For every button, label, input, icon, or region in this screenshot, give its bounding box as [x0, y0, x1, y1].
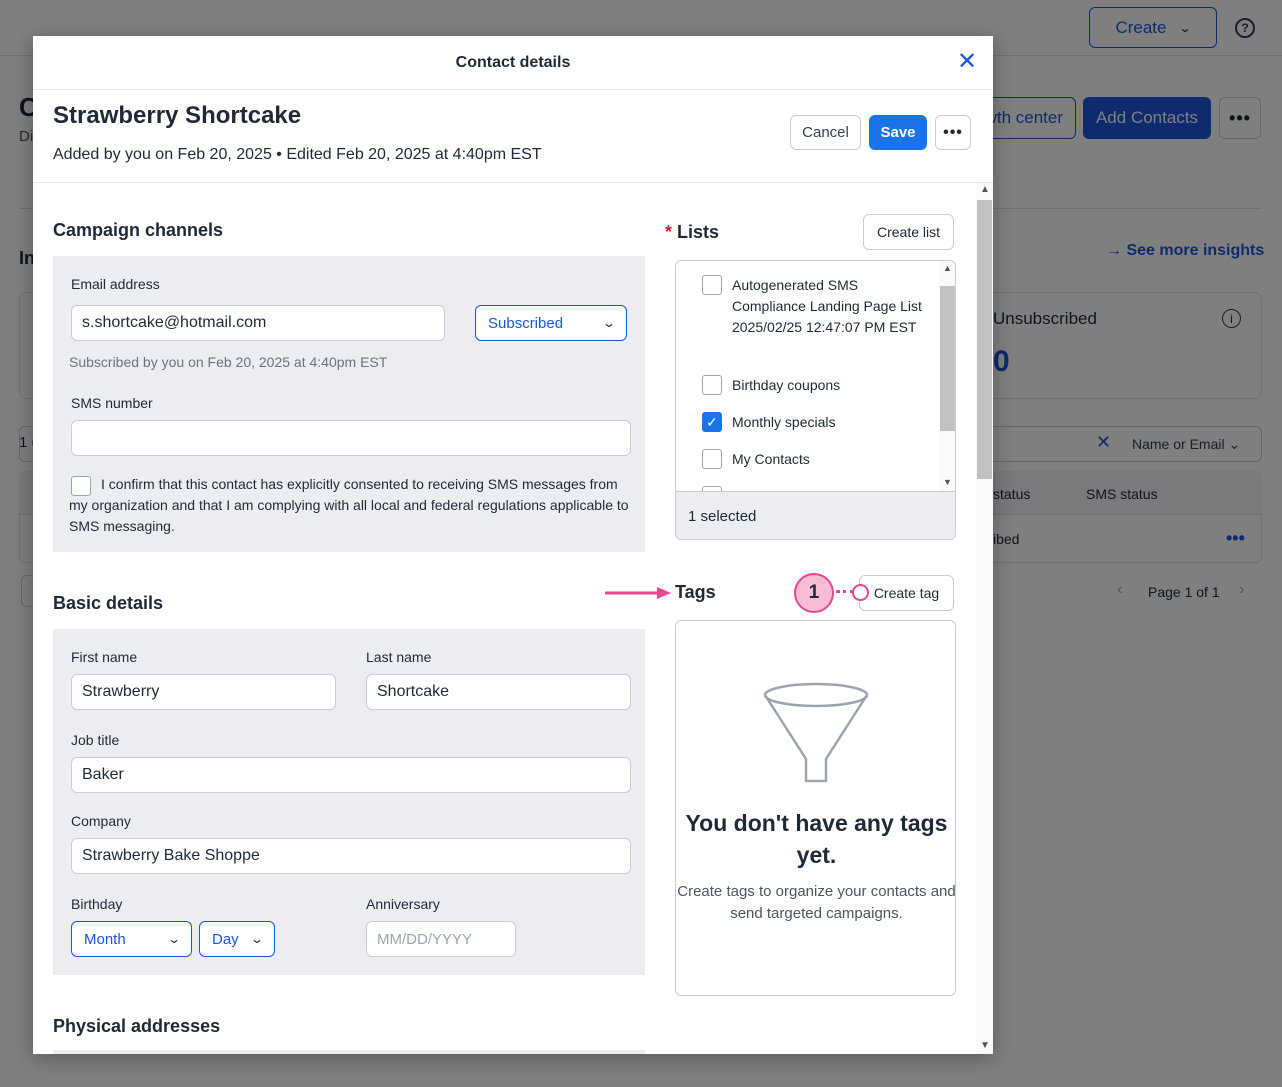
contact-details-modal: Contact details ✕ Strawberry Shortcake A…: [33, 36, 993, 1054]
list-item-label: Monthly specials: [732, 414, 836, 430]
company-field[interactable]: Strawberry Bake Shoppe: [71, 838, 631, 874]
annotation-arrow-icon: [605, 587, 671, 599]
first-name-field[interactable]: Strawberry: [71, 674, 336, 710]
lists-selected-count: 1 selected: [676, 491, 955, 539]
birthday-label: Birthday: [71, 896, 123, 912]
funnel-icon: [763, 682, 869, 783]
anniversary-label: Anniversary: [366, 896, 440, 912]
chevron-down-icon: ⌄: [166, 932, 182, 946]
lists-scroll-down-icon[interactable]: ▼: [943, 477, 952, 487]
header-divider: [33, 182, 993, 183]
subscription-status-value: Subscribed: [488, 314, 564, 332]
more-options-button[interactable]: •••: [935, 115, 971, 150]
email-label: Email address: [71, 276, 160, 292]
birthday-month-select[interactable]: Month ⌄: [71, 921, 192, 957]
lists-scroll-up-icon[interactable]: ▲: [943, 263, 952, 273]
list-item-label: Autogenerated SMS Compliance Landing Pag…: [732, 277, 922, 335]
modal-title: Contact details: [455, 53, 571, 71]
campaign-channels-heading: Campaign channels: [53, 220, 224, 240]
scroll-down-icon[interactable]: ▼: [980, 1040, 990, 1051]
list-item-label: Birthday coupons: [732, 377, 841, 393]
create-tag-button[interactable]: Create tag: [859, 575, 954, 611]
save-button[interactable]: Save: [869, 115, 927, 150]
scroll-thumb[interactable]: [977, 200, 992, 479]
physical-addresses-heading: Physical addresses: [53, 1016, 221, 1036]
lists-heading: * Lists: [665, 222, 719, 243]
tags-heading: Tags: [675, 582, 716, 602]
last-name-field[interactable]: Shortcake: [366, 674, 631, 710]
company-label: Company: [71, 813, 131, 829]
sms-consent-text: I confirm that this contact has explicit…: [69, 476, 629, 534]
list-checkbox-checked[interactable]: ✓: [702, 412, 722, 432]
chevron-down-icon: ⌄: [601, 316, 617, 330]
contact-meta: Added by you on Feb 20, 2025 • Edited Fe…: [53, 146, 542, 163]
email-field[interactable]: s.shortcake@hotmail.com: [71, 305, 445, 341]
cancel-button[interactable]: Cancel: [790, 115, 861, 150]
last-name-label: Last name: [366, 649, 432, 665]
list-item-label: My Contacts: [732, 451, 810, 467]
lists-scroll-thumb[interactable]: [940, 286, 955, 431]
lists-heading-label: Lists: [677, 222, 720, 242]
basic-details-heading: Basic details: [53, 593, 164, 613]
annotation-badge: 1: [794, 573, 834, 613]
list-checkbox[interactable]: [702, 449, 722, 469]
list-checkbox[interactable]: [702, 275, 722, 295]
subscription-status-select[interactable]: Subscribed ⌄: [475, 305, 627, 341]
job-title-label: Job title: [71, 732, 120, 748]
annotation-ring: [852, 584, 869, 601]
subscribed-note: Subscribed by you on Feb 20, 2025 at 4:4…: [69, 354, 388, 370]
tags-empty-state: You don't have any tags yet. Create tags…: [675, 620, 956, 996]
close-icon[interactable]: ✕: [955, 50, 979, 74]
sms-number-field[interactable]: [71, 420, 631, 456]
job-title-field[interactable]: Baker: [71, 757, 631, 793]
chevron-down-icon: ⌄: [249, 932, 265, 946]
month-placeholder: Month: [84, 930, 126, 948]
day-placeholder: Day: [212, 930, 239, 948]
list-checkbox[interactable]: [702, 375, 722, 395]
create-list-button[interactable]: Create list: [863, 214, 954, 250]
required-mark: *: [665, 222, 673, 242]
birthday-day-select[interactable]: Day ⌄: [199, 921, 275, 957]
empty-state-title: You don't have any tags yet.: [685, 810, 948, 868]
empty-state-description: Create tags to organize your contacts an…: [677, 883, 956, 922]
contact-name: Strawberry Shortcake: [53, 102, 302, 129]
modal-header: Contact details: [33, 36, 993, 90]
scroll-up-icon[interactable]: ▲: [980, 184, 990, 195]
first-name-label: First name: [71, 649, 138, 665]
lists-box: Autogenerated SMS Compliance Landing Pag…: [675, 260, 956, 540]
anniversary-field[interactable]: MM/DD/YYYY: [366, 921, 516, 957]
addresses-panel: [53, 1050, 645, 1054]
sms-label: SMS number: [71, 395, 153, 411]
